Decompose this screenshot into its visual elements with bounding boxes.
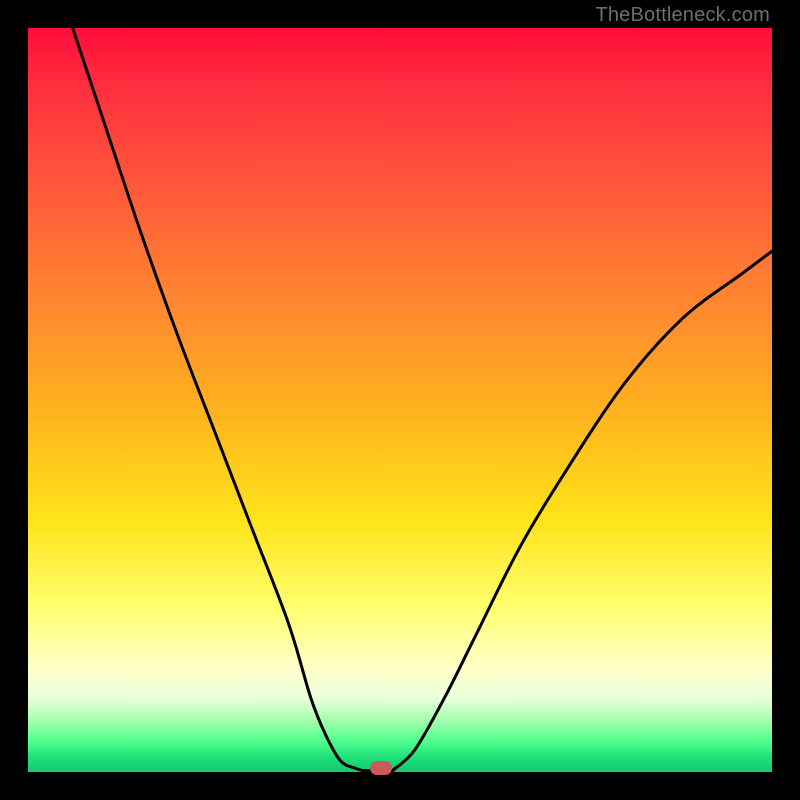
curve-path	[73, 28, 772, 772]
plot-area	[28, 28, 772, 772]
bottleneck-curve	[28, 28, 772, 772]
optimum-marker	[370, 761, 392, 775]
watermark-text: TheBottleneck.com	[595, 4, 770, 27]
chart-frame: TheBottleneck.com	[0, 0, 800, 800]
